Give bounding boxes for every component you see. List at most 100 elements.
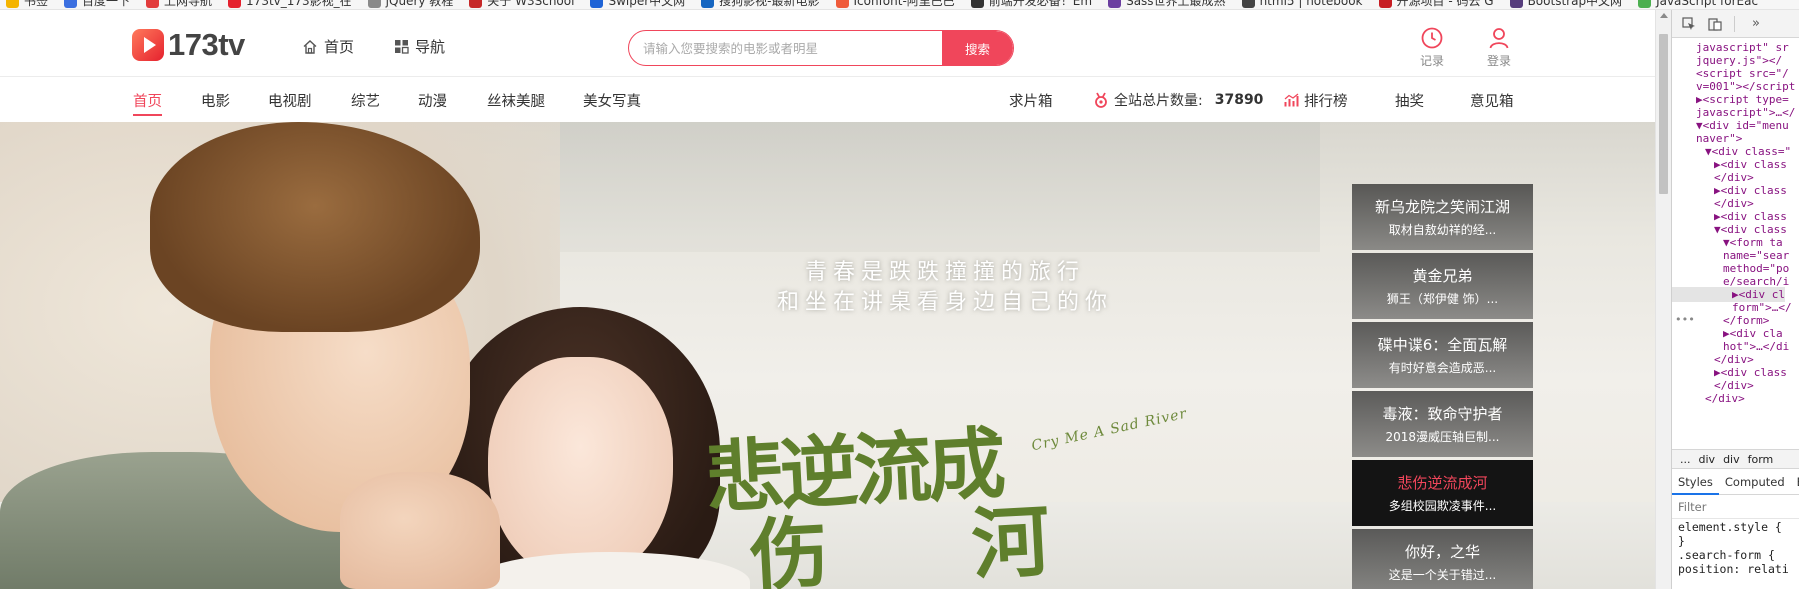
total-count-label: 全站总片数量: (1114, 93, 1203, 109)
bookmark-item[interactable]: 开源项目 - 码云 G (1378, 0, 1494, 9)
user-icon (1489, 28, 1509, 49)
star-icon (6, 0, 19, 8)
playlist-item-title: 悲伤逆流成河 (1397, 474, 1488, 492)
toolbar-separator (1734, 15, 1735, 32)
devtools-tab[interactable]: Ev (1791, 469, 1799, 495)
breadcrumb-item[interactable]: ... (1680, 453, 1691, 466)
playlist-item-desc: 多组校园欺凌事件... (1388, 499, 1497, 513)
playlist-item-desc: 有时好意会造成恶... (1388, 361, 1497, 375)
banner-playlist: 新乌龙院之笑闹江湖 取材自敖幼祥的经... 黄金兄弟 狮王（郑伊健 饰）... 碟中谍6… (1352, 184, 1533, 589)
favicon-icon (1108, 0, 1122, 8)
devtools-tab[interactable]: Computed (1719, 469, 1791, 495)
inspect-icon[interactable] (1680, 16, 1698, 32)
medal-icon (1095, 92, 1107, 108)
bookmark-label: Sass世界上最成熟 (1126, 0, 1226, 8)
bookmark-item[interactable]: Iconfont-阿里巴巴 (835, 0, 955, 9)
favicon-icon (1509, 0, 1523, 8)
favicon-icon (1378, 0, 1392, 8)
search-form: 搜索 (628, 30, 1014, 66)
more-tabs-chevron-icon[interactable]: » (1747, 16, 1765, 32)
bookmark-label: Swiper中文网 (608, 0, 686, 8)
bookmark-item[interactable]: html5 | notebook (1241, 0, 1363, 9)
breadcrumb-item[interactable]: div (1723, 453, 1740, 466)
favicon-icon (970, 0, 984, 8)
breadcrumb-item[interactable]: form (1748, 453, 1774, 466)
playlist-item[interactable]: 悲伤逆流成河多组校园欺凌事件... (1352, 460, 1533, 526)
lottery-link[interactable]: 抽奖 (1395, 90, 1424, 111)
category-photos[interactable]: 美女写真 (583, 90, 641, 111)
category-anime[interactable]: 动漫 (418, 90, 447, 111)
bookmark-item[interactable]: 书签 (6, 0, 48, 9)
bookmark-item[interactable]: 搜狗影视-最新电影 (701, 0, 820, 9)
bookmark-item[interactable]: jQuery 教程 (367, 0, 453, 9)
favicon-icon (1638, 0, 1652, 8)
playlist-item[interactable]: 你好，之华 这是一个关于错过... (1352, 529, 1533, 589)
bookmark-item[interactable]: Bootstrap中文网 (1509, 0, 1623, 9)
playlist-item[interactable]: 碟中谍6：全面瓦解有时好意会造成恶... (1352, 322, 1533, 388)
category-home[interactable]: 首页 (133, 90, 162, 116)
bookmark-item[interactable]: Sass世界上最成熟 (1108, 0, 1226, 9)
bookmark-item[interactable]: 前端开发必备！Em (970, 0, 1092, 9)
favicon-icon (1241, 0, 1255, 8)
hero-banner[interactable]: 青春是跌跌撞撞的旅行 和坐在讲桌看身边自己的你 悲逆流成 伤 河 Cry Me … (0, 122, 1655, 589)
scroll-up-arrow-icon[interactable] (1660, 13, 1668, 18)
record-label: 记录 (1420, 54, 1445, 68)
bookmark-label: Bootstrap中文网 (1527, 0, 1623, 8)
record-button[interactable]: 记录 (1420, 26, 1444, 69)
device-toolbar-icon[interactable] (1706, 16, 1724, 32)
request-box-link[interactable]: 求片箱 (1009, 90, 1053, 111)
nav-guide[interactable]: 导航 (394, 36, 445, 57)
dom-node-line[interactable]: </div> (1672, 391, 1745, 406)
bookmark-item[interactable]: 上网导航 (146, 0, 212, 9)
search-button[interactable]: 搜索 (942, 31, 1013, 65)
nav-home-label: 首页 (324, 38, 355, 56)
bookmark-label: 关于 W3School (487, 0, 575, 8)
style-rule-line: element.style { (1678, 520, 1782, 534)
devtools-tab[interactable]: Styles (1672, 469, 1719, 495)
bookmark-label: JavaScript forEac (1656, 0, 1759, 8)
breadcrumb-item[interactable]: div (1699, 453, 1716, 466)
devtools-subtabs: StylesComputedEv (1672, 469, 1799, 495)
ranking-link[interactable]: 排行榜 (1284, 90, 1348, 111)
styles-pane: element.style {} .search-form { position:… (1672, 520, 1799, 576)
banner-movie-title-en: Cry Me A Sad River (1030, 405, 1189, 455)
category-stockings[interactable]: 丝袜美腿 (487, 90, 545, 111)
bookmark-item[interactable]: 173tv_173影视_在 (228, 0, 352, 9)
style-rule-line: position: relati (1678, 562, 1789, 576)
bookmark-label: html5 | notebook (1259, 0, 1363, 8)
bookmark-item[interactable]: JavaScript forEac (1638, 0, 1758, 9)
style-rule-line: } (1678, 534, 1685, 548)
playlist-item-title: 碟中谍6：全面瓦解 (1377, 336, 1508, 354)
playlist-item[interactable]: 黄金兄弟 狮王（郑伊健 饰）... (1352, 253, 1533, 319)
category-movies[interactable]: 电影 (201, 90, 230, 111)
bookmark-item[interactable]: Swiper中文网 (590, 0, 685, 9)
scrollbar-thumb[interactable] (1659, 34, 1668, 194)
bookmark-item[interactable]: 百度一下 (64, 0, 130, 9)
styles-filter-input[interactable]: Filter (1672, 495, 1799, 519)
page-scrollbar[interactable] (1655, 10, 1671, 589)
bookmark-label: 173tv_173影视_在 (246, 0, 352, 8)
nav-home[interactable]: 首页 (302, 36, 354, 57)
bookmarks-row: 书签 百度一下 上网导航 173tv_173影视_在 jQuery 教程 关于 W3Sch… (0, 0, 1774, 9)
playlist-item[interactable]: 毒液：致命守护者 2018漫威压轴巨制... (1352, 391, 1533, 457)
logo-text: 173tv (168, 27, 245, 62)
category-nav: 首页 电影 电视剧 综艺 动漫 丝袜美腿 美女写真 求片箱 全站总片数量: 37… (0, 78, 1655, 120)
clock-icon (1421, 27, 1443, 49)
favicon-icon (701, 0, 715, 8)
feedback-link[interactable]: 意见箱 (1470, 90, 1514, 111)
banner-window (560, 122, 1320, 252)
bookmark-label: 上网导航 (164, 0, 213, 8)
bookmark-label: 书签 (24, 0, 49, 8)
playlist-item-title: 毒液：致命守护者 (1382, 405, 1503, 423)
bookmark-item[interactable]: 关于 W3School (469, 0, 574, 9)
slogan-line-2: 和坐在讲桌看身边自己的你 (776, 290, 1113, 315)
favicon-icon (590, 0, 604, 8)
login-button[interactable]: 登录 (1487, 26, 1511, 69)
node-menu-dots-icon[interactable]: ••• (1675, 313, 1695, 326)
category-tv[interactable]: 电视剧 (268, 90, 312, 111)
search-input[interactable] (629, 31, 944, 65)
playlist-item-title: 黄金兄弟 (1412, 267, 1473, 285)
category-variety[interactable]: 综艺 (351, 90, 380, 111)
site-logo[interactable]: 173tv (132, 27, 245, 63)
playlist-item[interactable]: 新乌龙院之笑闹江湖 取材自敖幼祥的经... (1352, 184, 1533, 250)
